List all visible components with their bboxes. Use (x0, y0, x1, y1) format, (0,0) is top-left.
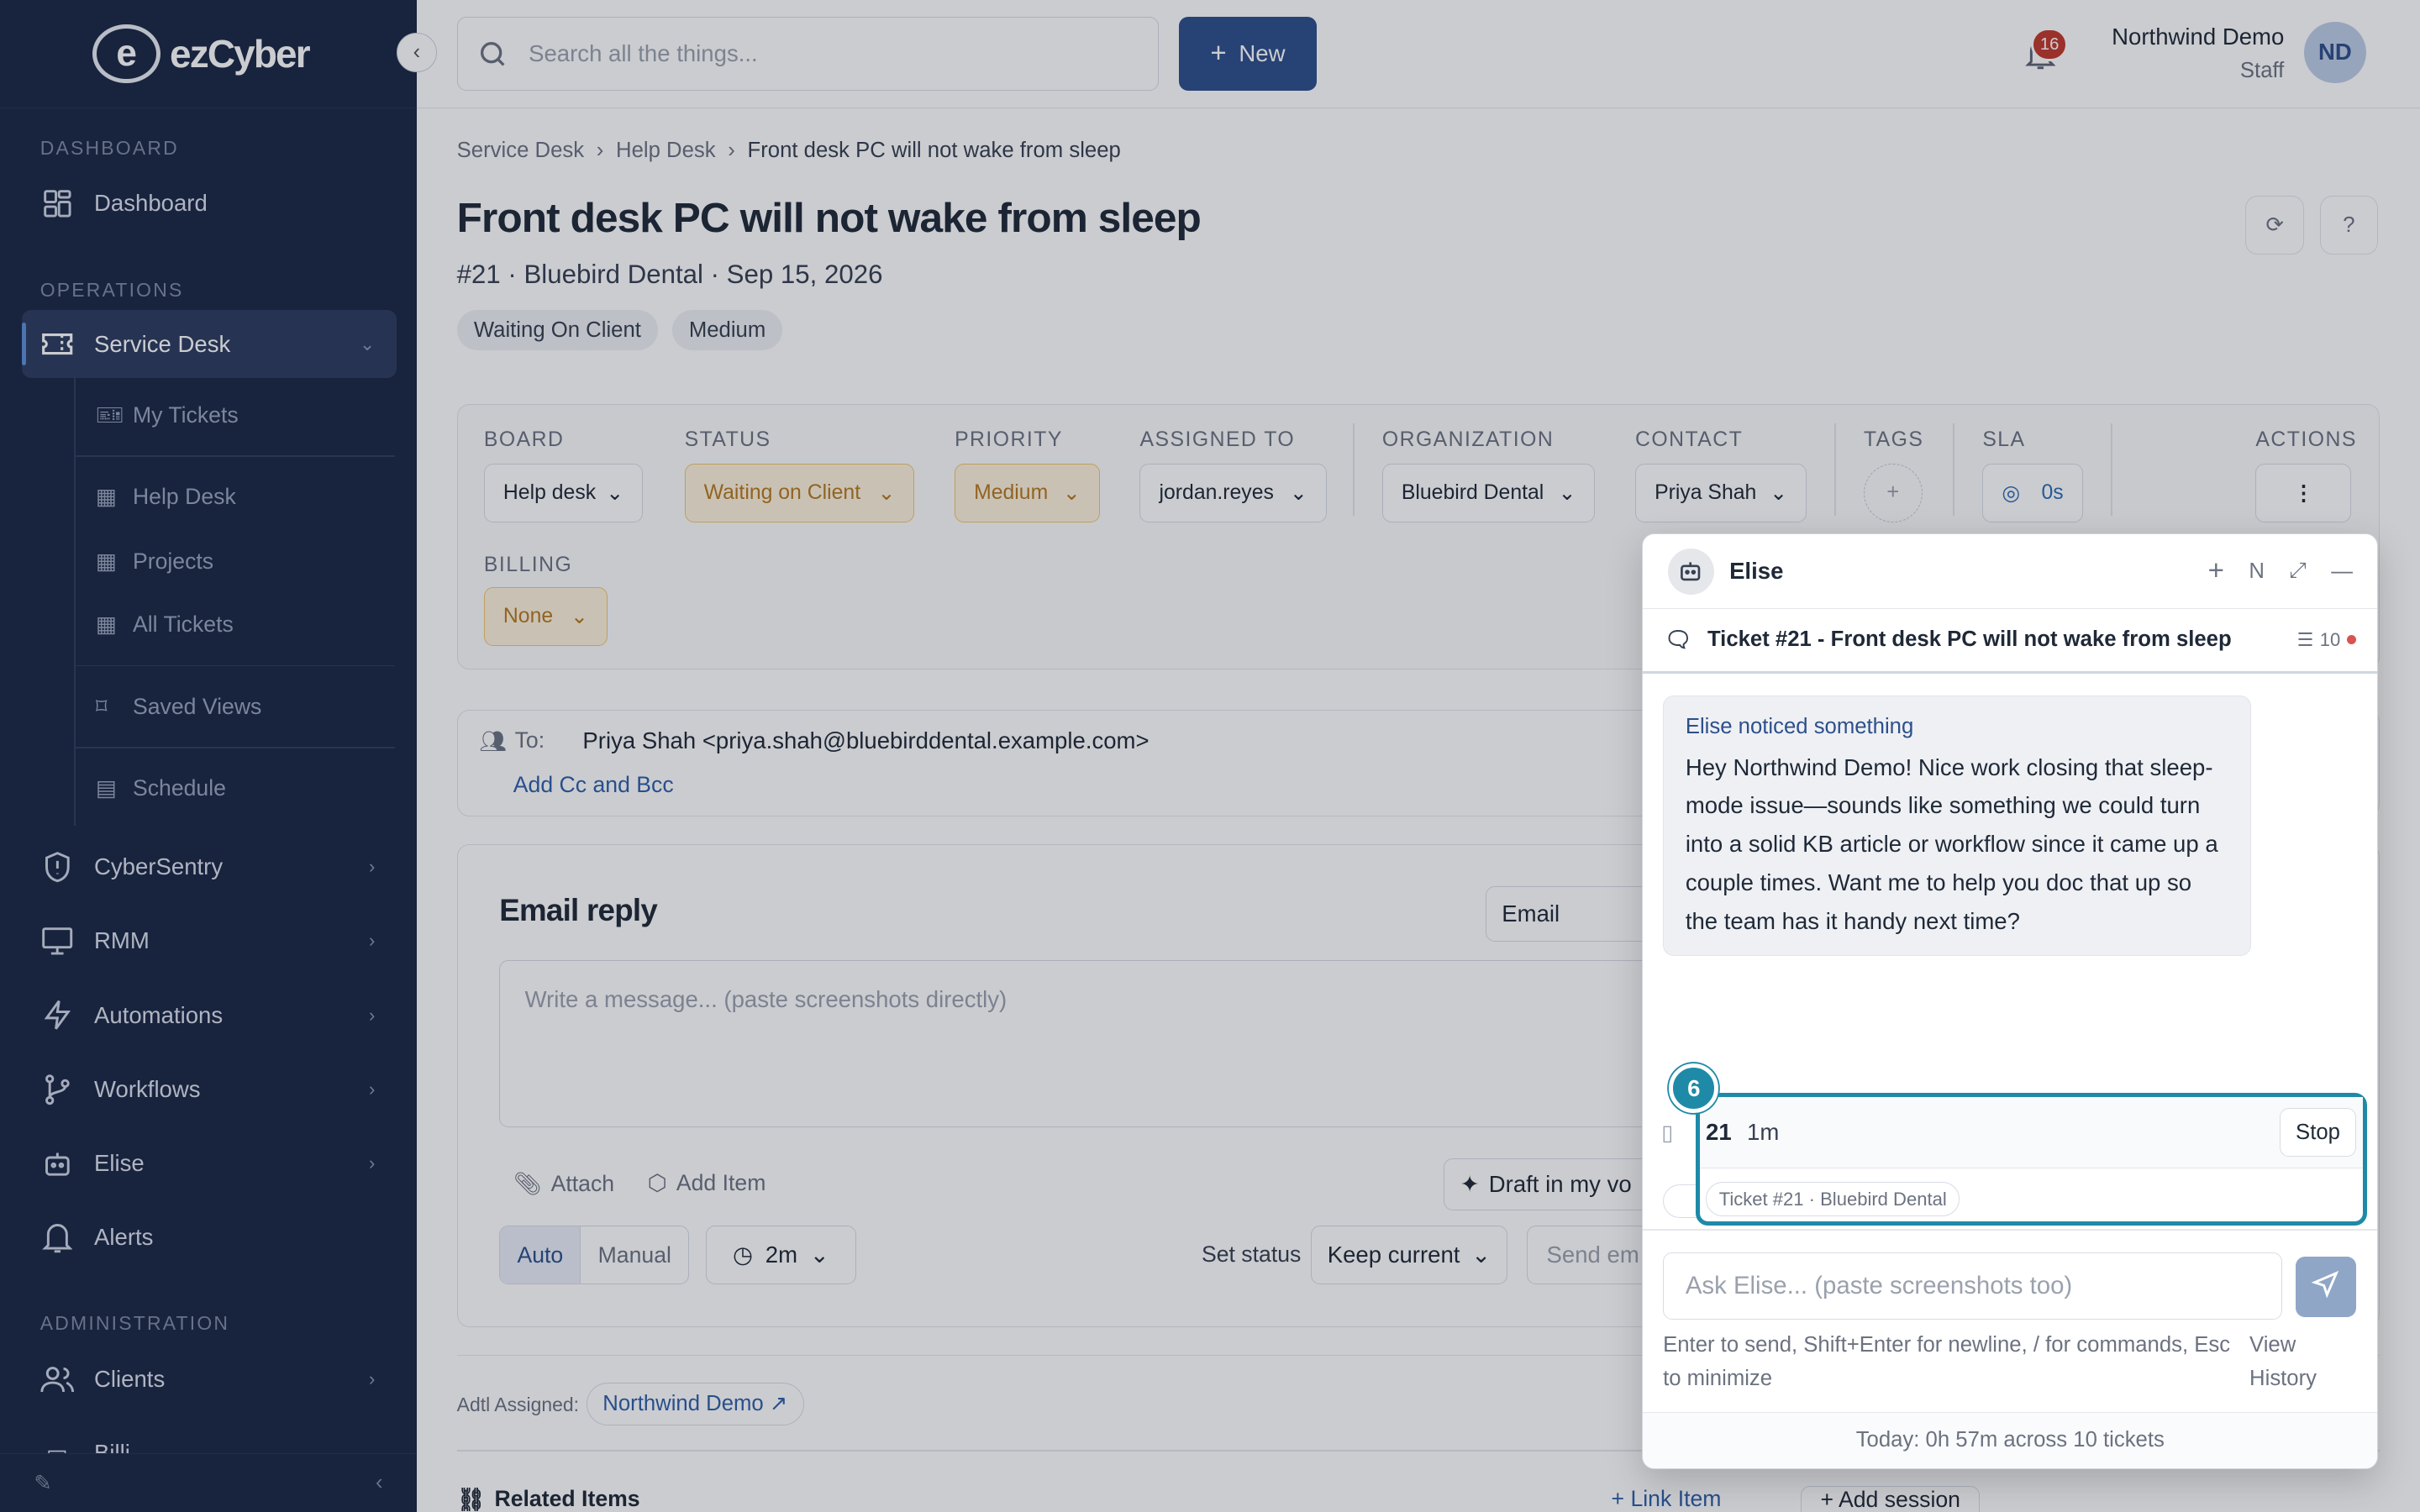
elise-notice-message: Elise noticed something Hey Northwind De… (1663, 695, 2251, 956)
new-chat-plus-icon[interactable]: + (2208, 555, 2224, 587)
ticket-context-label: Ticket #21 - Front desk PC will not wake… (1707, 627, 2232, 652)
timer-ticket-tag[interactable]: Ticket #21 · Bluebird Dental (1706, 1182, 1960, 1216)
send-message-button[interactable] (2296, 1257, 2356, 1317)
view-history-link[interactable]: View History (2249, 1328, 2342, 1396)
notice-body: Hey Northwind Demo! Nice work closing th… (1685, 753, 2218, 935)
unread-dot (2346, 635, 2356, 645)
send-icon (2311, 1270, 2339, 1304)
chat-icon: 🗨︎ (1664, 627, 1692, 652)
minimize-icon[interactable]: — (2331, 559, 2353, 584)
ask-placeholder: Ask Elise... (paste screenshots too) (1685, 1271, 2073, 1299)
elise-footer-summary: Today: 0h 57m across 10 tickets (1643, 1412, 2378, 1468)
elise-header: Elise + N ⤢ — (1643, 534, 2378, 609)
ticket-count[interactable]: ☰ 10 (2297, 629, 2356, 651)
input-hint: Enter to send, Shift+Enter for newline, … (1663, 1332, 2231, 1390)
divider (1643, 1228, 2378, 1231)
ask-elise-input[interactable]: Ask Elise... (paste screenshots too) (1663, 1252, 2282, 1320)
list-icon: ☰ (2296, 628, 2314, 650)
robot-icon (1667, 548, 1714, 595)
active-timer-bar: 21 1m Stop Ticket #21 · Bluebird Dental (1695, 1093, 2367, 1226)
elise-ticket-context[interactable]: 🗨︎ Ticket #21 - Front desk PC will not w… (1643, 609, 2378, 674)
elise-title: Elise (1729, 558, 1784, 585)
elise-chat-panel: Elise + N ⤢ — 🗨︎ Ticket #21 - Front desk… (1642, 533, 2379, 1469)
stop-timer-button[interactable]: Stop (2279, 1107, 2357, 1158)
timer-ticket-number: 21 (1706, 1119, 1732, 1146)
ticket-count-value: 10 (2319, 628, 2341, 650)
elise-n-button[interactable]: N (2249, 559, 2265, 584)
expand-icon[interactable]: ⤢ (2289, 559, 2307, 584)
timer-elapsed: 1m (1747, 1119, 1780, 1146)
notice-title: Elise noticed something (1685, 714, 1914, 738)
timer-handle-icon: ▯ (1661, 1121, 1674, 1146)
